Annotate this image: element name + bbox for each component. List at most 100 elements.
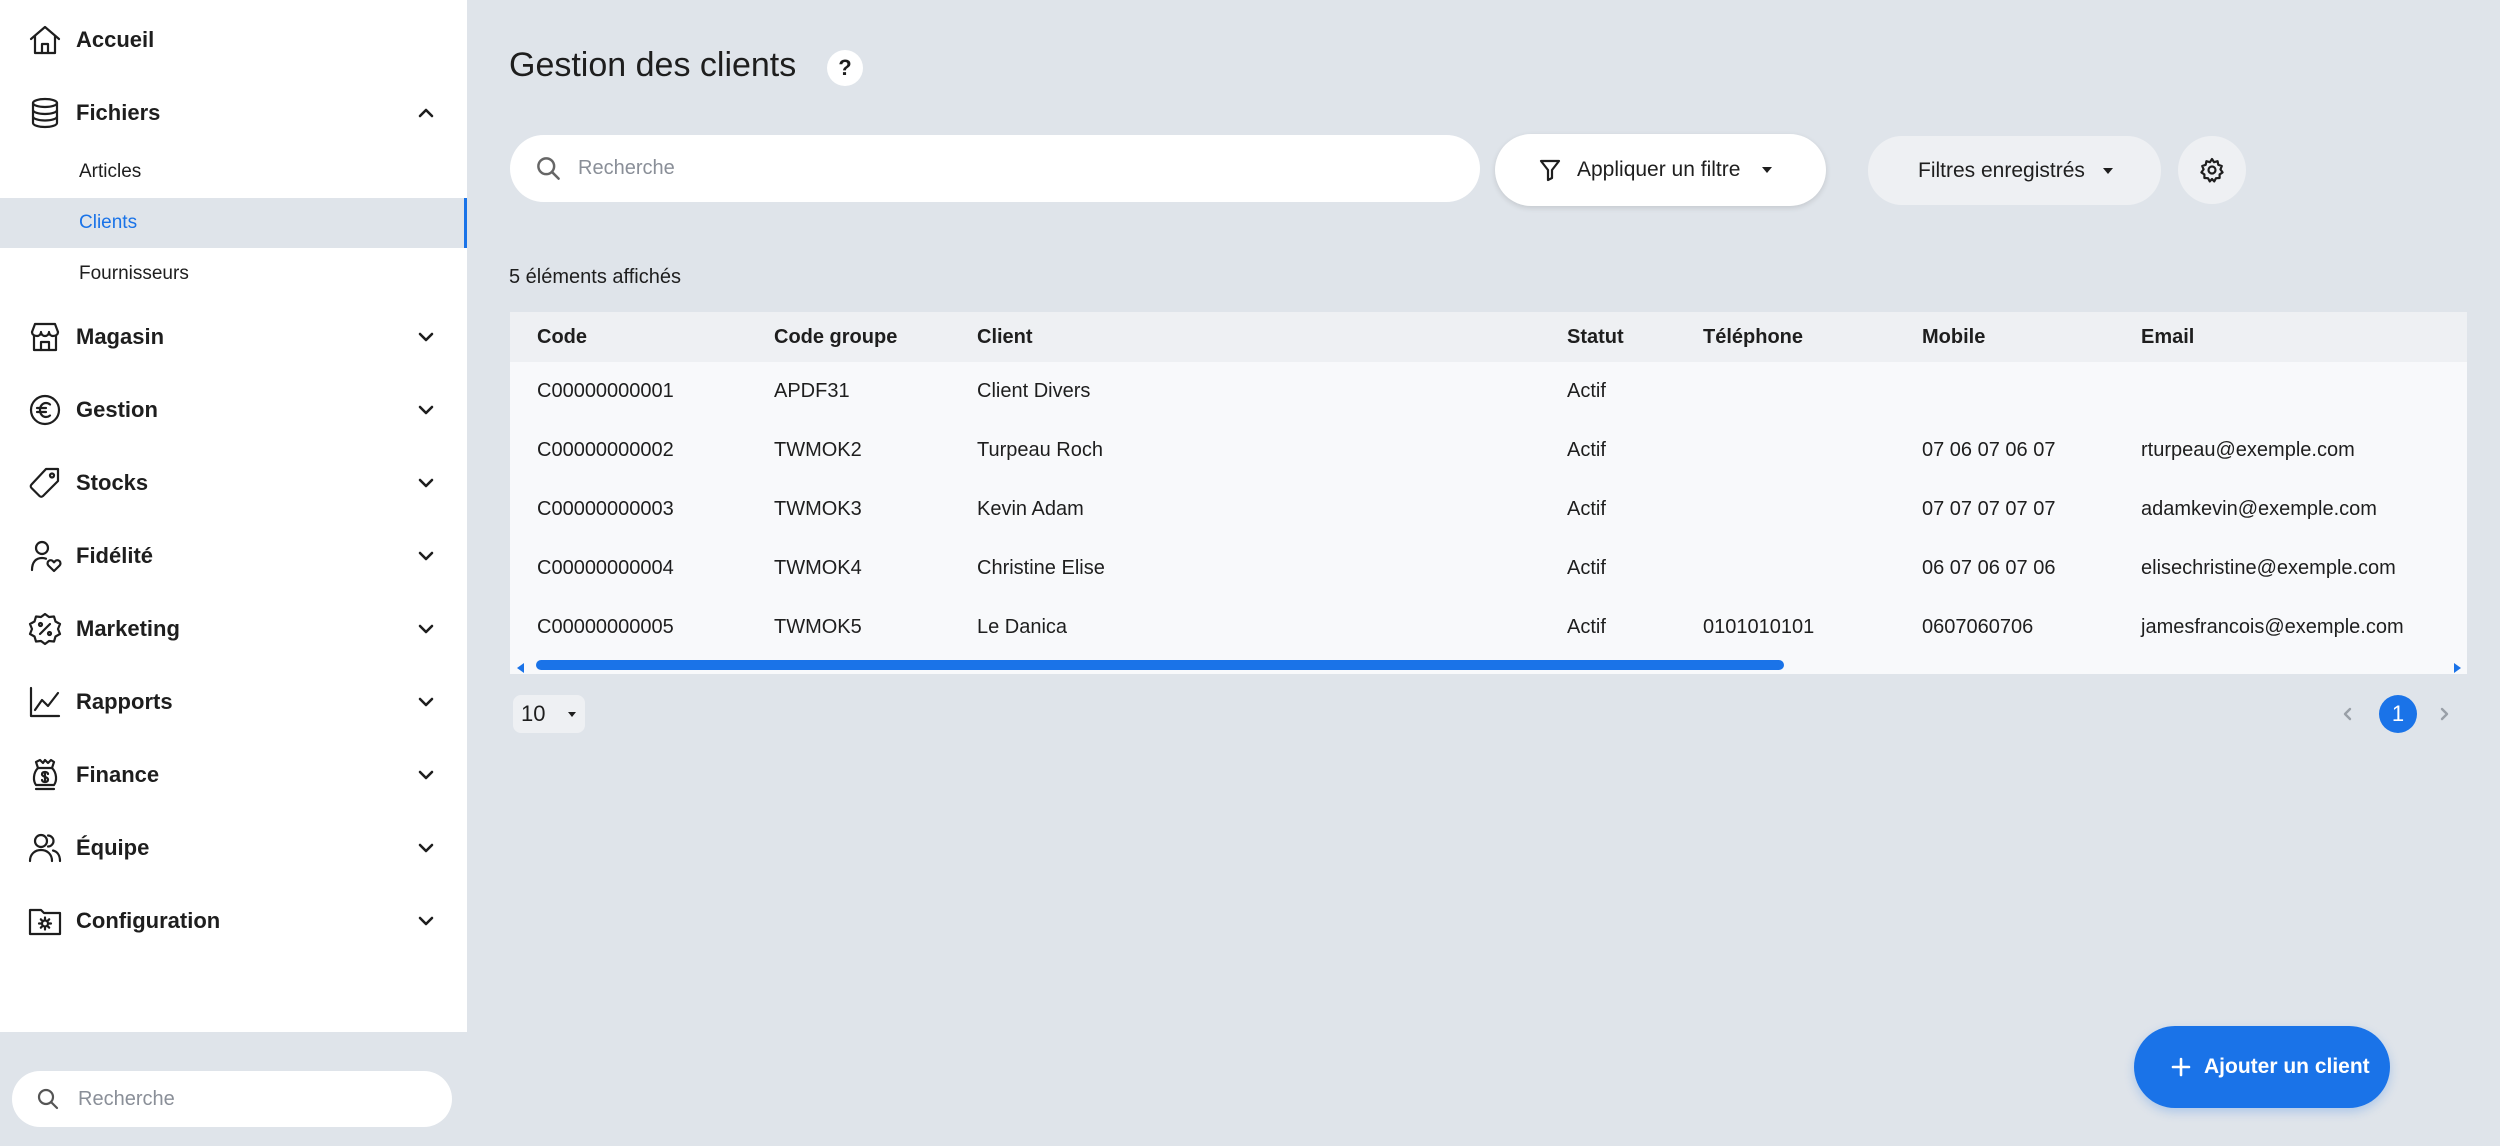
chevron-down-icon bbox=[413, 543, 439, 569]
sidebar-item-gestion[interactable]: Gestion bbox=[0, 380, 467, 440]
sidebar-item-marketing[interactable]: Marketing bbox=[0, 599, 467, 659]
previous-page-button[interactable] bbox=[2334, 700, 2362, 728]
sidebar-item-label: Magasin bbox=[76, 324, 165, 349]
sidebar-item-finance[interactable]: Finance bbox=[0, 745, 467, 805]
search-bar[interactable] bbox=[510, 135, 1480, 202]
cell-code: C00000000002 bbox=[537, 439, 674, 461]
store-icon bbox=[26, 318, 64, 356]
page-size-select[interactable]: 10 bbox=[513, 695, 585, 733]
apply-filter-label: Appliquer un filtre bbox=[1577, 158, 1741, 181]
table-row[interactable]: C00000000002 TWMOK2 Turpeau Roch Actif 0… bbox=[510, 421, 2467, 480]
chevron-down-icon bbox=[413, 762, 439, 788]
caret-down-icon bbox=[565, 707, 579, 721]
sidebar-item-fidelite[interactable]: Fidélité bbox=[0, 526, 467, 586]
column-header-code[interactable]: Code bbox=[537, 312, 587, 362]
chevron-down-icon bbox=[413, 324, 439, 350]
cell-code: C00000000004 bbox=[537, 557, 674, 579]
page-title: Gestion des clients bbox=[509, 46, 797, 84]
column-header-client[interactable]: Client bbox=[977, 312, 1033, 362]
sidebar-item-label: Équipe bbox=[76, 835, 150, 860]
scrollbar-thumb[interactable] bbox=[536, 660, 1784, 670]
column-header-statut[interactable]: Statut bbox=[1567, 312, 1624, 362]
sidebar-item-label: Accueil bbox=[76, 27, 155, 52]
chevron-down-icon bbox=[413, 689, 439, 715]
cell-client: Christine Elise bbox=[977, 557, 1105, 579]
cell-client: Kevin Adam bbox=[977, 498, 1084, 520]
sidebar-item-rapports[interactable]: Rapports bbox=[0, 672, 467, 732]
next-page-button[interactable] bbox=[2430, 700, 2458, 728]
saved-filters-label: Filtres enregistrés bbox=[1918, 158, 2085, 182]
cell-code-groupe: TWMOK5 bbox=[774, 616, 862, 638]
column-header-code-groupe[interactable]: Code groupe bbox=[774, 312, 897, 362]
caret-down-icon bbox=[1759, 162, 1775, 178]
sidebar-item-magasin[interactable]: Magasin bbox=[0, 307, 467, 367]
settings-button[interactable] bbox=[2178, 136, 2246, 204]
items-count-label: 5 éléments affichés bbox=[509, 266, 681, 288]
caret-down-icon bbox=[2100, 163, 2116, 179]
cell-telephone: 0101010101 bbox=[1703, 616, 1815, 638]
chevron-left-icon bbox=[2343, 707, 2352, 721]
table-header: Code Code groupe Client Statut Téléphone… bbox=[510, 312, 2467, 362]
column-header-telephone[interactable]: Téléphone bbox=[1703, 312, 1803, 362]
sidebar-subitem-articles[interactable]: Articles bbox=[0, 147, 467, 197]
sidebar-item-accueil[interactable]: Accueil bbox=[0, 10, 467, 70]
chevron-down-icon bbox=[413, 908, 439, 934]
page-number-current[interactable]: 1 bbox=[2379, 695, 2417, 733]
table-row[interactable]: C00000000003 TWMOK3 Kevin Adam Actif 07 … bbox=[510, 480, 2467, 539]
help-button[interactable]: ? bbox=[827, 50, 863, 86]
sidebar-subitem-fournisseurs[interactable]: Fournisseurs bbox=[0, 249, 467, 299]
sidebar-search-input[interactable] bbox=[78, 1079, 428, 1119]
line-chart-icon bbox=[26, 683, 64, 721]
sidebar-item-label: Fichiers bbox=[76, 100, 161, 125]
table-row[interactable]: C00000000005 TWMOK5 Le Danica Actif 0101… bbox=[510, 598, 2467, 657]
apply-filter-button[interactable]: Appliquer un filtre bbox=[1495, 134, 1826, 206]
team-icon bbox=[26, 829, 64, 867]
saved-filters-button[interactable]: Filtres enregistrés bbox=[1868, 136, 2161, 205]
cell-client: Le Danica bbox=[977, 616, 1068, 638]
chevron-down-icon bbox=[413, 397, 439, 423]
sidebar-subitem-label: Clients bbox=[79, 212, 138, 233]
column-header-mobile[interactable]: Mobile bbox=[1922, 312, 1985, 362]
sidebar-item-equipe[interactable]: Équipe bbox=[0, 818, 467, 878]
cell-mobile: 0607060706 bbox=[1922, 616, 2034, 638]
sidebar-item-label: Stocks bbox=[76, 470, 149, 495]
cell-code-groupe: TWMOK3 bbox=[774, 498, 862, 520]
column-header-email[interactable]: Email bbox=[2141, 312, 2194, 362]
add-client-button[interactable]: Ajouter un client bbox=[2134, 1026, 2390, 1108]
cell-code: C00000000005 bbox=[537, 616, 674, 638]
folder-gear-icon bbox=[26, 902, 64, 940]
cell-client: Turpeau Roch bbox=[977, 439, 1103, 461]
sidebar-item-label: Rapports bbox=[76, 689, 173, 714]
page-size-value: 10 bbox=[521, 701, 546, 726]
cell-mobile: 07 07 07 07 07 bbox=[1922, 498, 2056, 520]
chevron-down-icon bbox=[413, 616, 439, 642]
horizontal-scrollbar[interactable] bbox=[510, 655, 2467, 674]
sidebar-item-label: Gestion bbox=[76, 397, 158, 422]
add-client-label: Ajouter un client bbox=[2204, 1055, 2370, 1078]
cell-email: elisechristine@exemple.com bbox=[2141, 557, 2396, 579]
plus-icon bbox=[2170, 1056, 2192, 1078]
cell-code-groupe: APDF31 bbox=[774, 380, 850, 402]
sidebar-search[interactable] bbox=[12, 1071, 452, 1127]
cell-mobile: 07 06 07 06 07 bbox=[1922, 439, 2056, 461]
user-heart-icon bbox=[26, 537, 64, 575]
table-row[interactable]: C00000000001 APDF31 Client Divers Actif bbox=[510, 362, 2467, 421]
cell-email: rturpeau@exemple.com bbox=[2141, 439, 2355, 461]
money-icon bbox=[26, 756, 64, 794]
scroll-left-arrow-icon[interactable] bbox=[516, 660, 526, 673]
sidebar-subitem-clients[interactable]: Clients bbox=[0, 198, 467, 248]
sidebar-item-configuration[interactable]: Configuration bbox=[0, 891, 467, 951]
sidebar-item-fichiers[interactable]: Fichiers bbox=[0, 83, 467, 143]
sidebar-item-label: Fidélité bbox=[76, 543, 154, 568]
cell-statut: Actif bbox=[1567, 498, 1606, 520]
sidebar-item-label: Finance bbox=[76, 762, 160, 787]
cell-email: jamesfrancois@exemple.com bbox=[2141, 616, 2404, 638]
scroll-right-arrow-icon[interactable] bbox=[2452, 660, 2462, 673]
cell-client: Client Divers bbox=[977, 380, 1091, 402]
sidebar-item-stocks[interactable]: Stocks bbox=[0, 453, 467, 513]
table-row[interactable]: C00000000004 TWMOK4 Christine Elise Acti… bbox=[510, 539, 2467, 598]
search-input[interactable] bbox=[578, 148, 1438, 189]
chevron-down-icon bbox=[413, 470, 439, 496]
sidebar-panel: Accueil Fichiers Articles Clients Fourni… bbox=[0, 0, 467, 1032]
discount-badge-icon bbox=[26, 610, 64, 648]
